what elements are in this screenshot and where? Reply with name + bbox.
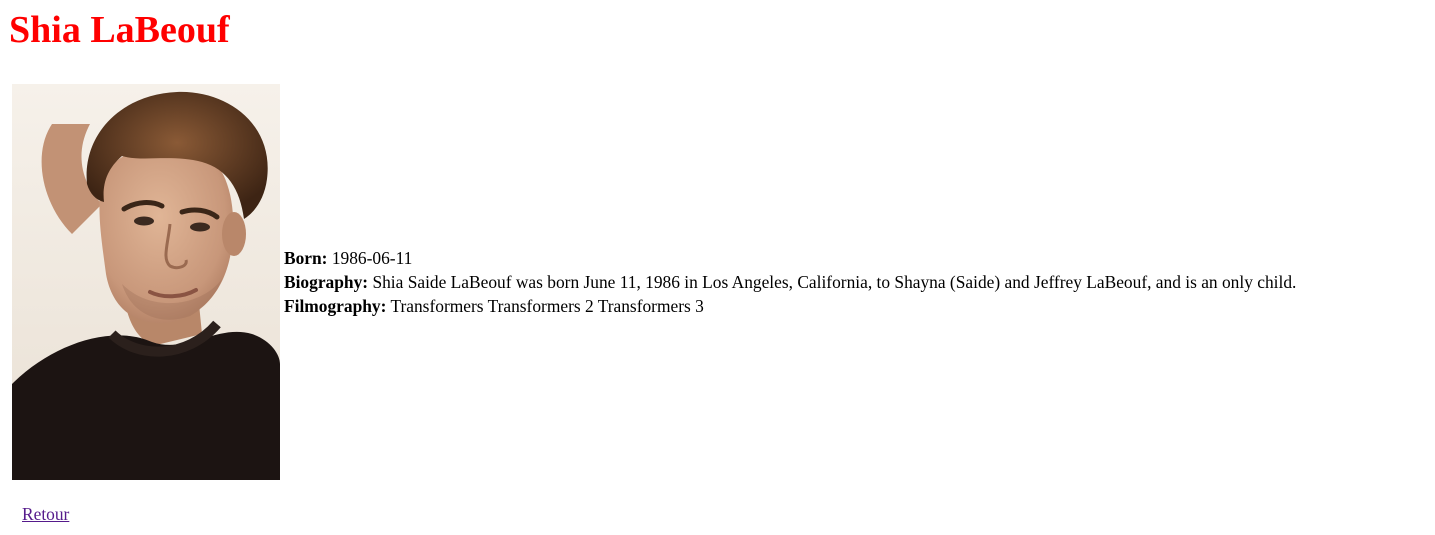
actor-photo <box>12 84 280 480</box>
biography-row: Biography: Shia Saide LaBeouf was born J… <box>284 270 1296 294</box>
filmography-value: Transformers Transformers 2 Transformers… <box>390 296 704 316</box>
born-label: Born: <box>284 248 328 268</box>
filmography-row: Filmography: Transformers Transformers 2… <box>284 294 1296 318</box>
back-link[interactable]: Retour <box>22 502 69 526</box>
biography-label: Biography: <box>284 272 369 292</box>
born-value: 1986-06-11 <box>331 248 413 268</box>
page-title: Shia LaBeouf <box>9 9 230 51</box>
born-row: Born: 1986-06-11 <box>284 246 1296 270</box>
actor-details: Born: 1986-06-11 Biography: Shia Saide L… <box>284 246 1296 318</box>
biography-value: Shia Saide LaBeouf was born June 11, 198… <box>372 272 1297 292</box>
filmography-label: Filmography: <box>284 296 387 316</box>
actor-page: Shia LaBeouf Born: 1986-06-11 Biography:… <box>0 0 1435 535</box>
